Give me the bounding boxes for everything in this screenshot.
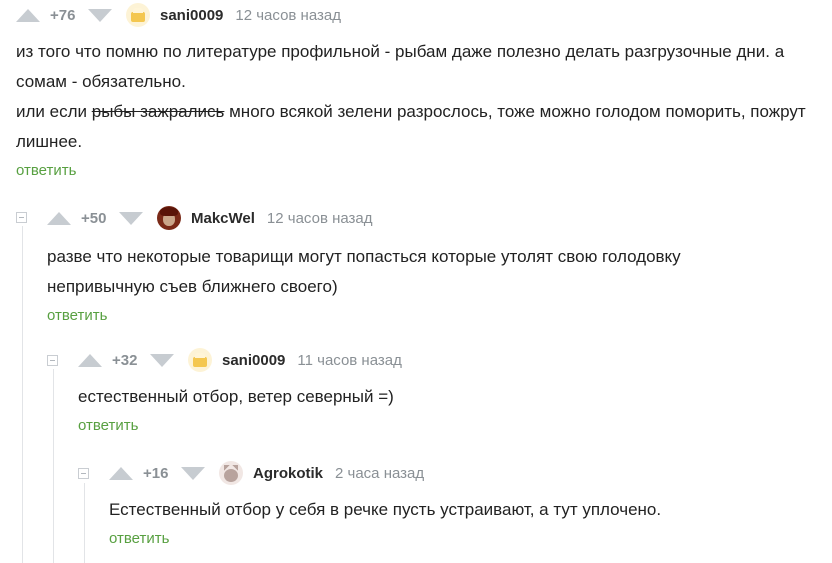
comment: +50 MakcWel 12 часов назад разве что нек… [47,204,817,327]
comment-body: естественный отбор, ветер северный =) [78,387,394,406]
portrait-avatar-icon[interactable] [157,206,181,230]
comment: +32 sani0009 11 часов назад естественный… [78,346,818,437]
reply-link[interactable]: ответить [47,305,817,327]
comment-header: +76 sani0009 12 часов назад [16,1,816,29]
collapse-toggle[interactable] [16,212,27,223]
cat-avatar-icon[interactable] [219,461,243,485]
cake-avatar-icon[interactable] [126,3,150,27]
collapse-toggle[interactable] [78,468,89,479]
comment-time[interactable]: 12 часов назад [235,7,341,24]
cake-avatar-icon[interactable] [188,348,212,372]
reply-link[interactable]: ответить [109,528,819,550]
thread-line [53,369,54,563]
upvote-icon[interactable] [47,211,71,225]
comment: +76 sani0009 12 часов назад из того что … [16,1,816,182]
comment-header: +50 MakcWel 12 часов назад [47,204,817,232]
comment-text: или если [16,102,92,121]
comment-header: +32 sani0009 11 часов назад [78,346,818,374]
comment-time[interactable]: 11 часов назад [297,352,401,369]
comment-paragraph: или если рыбы зажрались много всякой зел… [16,97,806,157]
downvote-icon[interactable] [88,8,112,22]
comment-time[interactable]: 12 часов назад [267,210,373,227]
comment-body: Естественный отбор у себя в речке пусть … [109,500,662,519]
comment-rating: +76 [50,6,76,24]
comment-body: разве что некоторые товарищи могут попас… [47,247,681,296]
comment-header: +16 Agrokotik 2 часа назад [109,459,819,487]
upvote-icon[interactable] [16,8,40,22]
upvote-icon[interactable] [78,353,102,367]
downvote-icon[interactable] [119,211,143,225]
thread-line [22,226,23,563]
reply-link[interactable]: ответить [16,160,816,182]
reply-link[interactable]: ответить [78,415,818,437]
downvote-icon[interactable] [181,466,205,480]
comment: +16 Agrokotik 2 часа назад Естественный … [109,459,819,550]
comment-body: из того что помню по литературе профильн… [16,37,806,157]
comment-username[interactable]: MakcWel [191,210,255,227]
comment-time[interactable]: 2 часа назад [335,465,424,482]
downvote-icon[interactable] [150,353,174,367]
comment-username[interactable]: Agrokotik [253,465,323,482]
comment-rating: +50 [81,209,107,227]
collapse-toggle[interactable] [47,355,58,366]
thread-line [84,483,85,563]
comment-rating: +32 [112,351,138,369]
comment-username[interactable]: sani0009 [160,7,223,24]
comment-paragraph: из того что помню по литературе профильн… [16,42,785,91]
comment-username[interactable]: sani0009 [222,352,285,369]
strikethrough-text: рыбы зажрались [91,102,225,121]
upvote-icon[interactable] [109,466,133,480]
comment-rating: +16 [143,464,169,482]
